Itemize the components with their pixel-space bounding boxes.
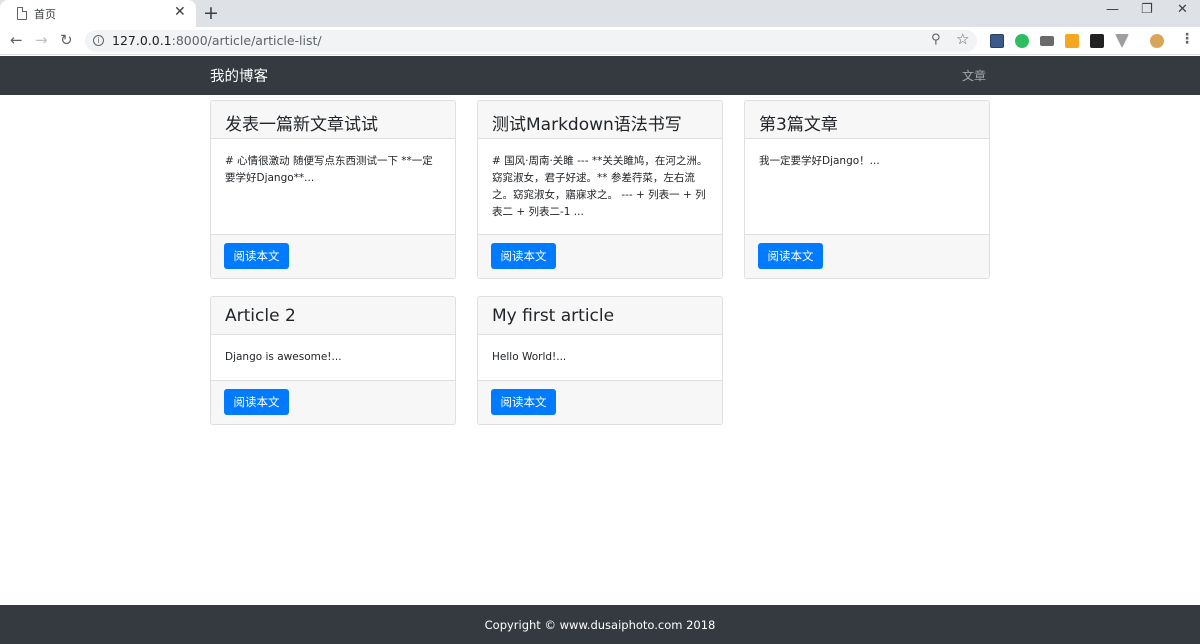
browser-menu-icon[interactable]: ⋮	[1180, 31, 1194, 47]
read-article-button[interactable]: 阅读本文	[224, 389, 289, 415]
site-footer: Copyright © www.dusaiphoto.com 2018	[0, 605, 1200, 644]
article-card: 测试Markdown语法书写 # 国风·周南·关雎 --- **关关雎鸠，在河之…	[477, 100, 723, 279]
restore-icon[interactable]: ❐	[1141, 2, 1153, 17]
article-title: 测试Markdown语法书写	[478, 101, 722, 139]
article-excerpt: Django is awesome!...	[225, 351, 342, 363]
new-tab-icon[interactable]: +	[203, 2, 219, 24]
article-excerpt: # 心情很激动 随便写点东西测试一下 **一定要学好Django**...	[225, 155, 433, 184]
zoom-icon[interactable]: ⚲	[931, 32, 941, 47]
close-tab-icon[interactable]: ✕	[174, 4, 186, 20]
read-article-button[interactable]: 阅读本文	[491, 243, 556, 269]
address-bar[interactable]: i 127.0.0.1:8000/article/article-list/ ⚲…	[85, 30, 977, 52]
card-footer: 阅读本文	[211, 380, 455, 424]
browser-tab-bar: 首页 ✕ + — ❐ ✕	[0, 0, 1200, 27]
article-title: Article 2	[211, 297, 455, 335]
bookmark-star-icon[interactable]: ☆	[956, 30, 969, 48]
read-article-button[interactable]: 阅读本文	[758, 243, 823, 269]
copyright-text: Copyright © www.dusaiphoto.com 2018	[484, 618, 716, 632]
page-icon	[17, 7, 27, 20]
profile-avatar-icon[interactable]	[1150, 34, 1164, 48]
tab-title: 首页	[34, 8, 56, 21]
minimize-icon[interactable]: —	[1106, 2, 1119, 17]
card-footer: 阅读本文	[478, 380, 722, 424]
extension-dark-icon[interactable]	[1090, 34, 1104, 48]
nav-link-articles[interactable]: 文章	[962, 67, 986, 84]
url-text: 127.0.0.1:8000/article/article-list/	[112, 33, 322, 48]
forward-icon[interactable]: →	[35, 31, 48, 49]
article-excerpt: 我一定要学好Django！...	[759, 155, 880, 167]
card-footer: 阅读本文	[211, 234, 455, 278]
article-title: 第3篇文章	[745, 101, 989, 139]
window-close-icon[interactable]: ✕	[1177, 2, 1188, 17]
mail-icon[interactable]	[1040, 36, 1054, 46]
browser-toolbar: ← → ↻ i 127.0.0.1:8000/article/article-l…	[0, 27, 1200, 55]
article-excerpt: # 国风·周南·关雎 --- **关关雎鸠，在河之洲。窈窕淑女，君子好逑。** …	[492, 155, 708, 218]
card-footer: 阅读本文	[745, 234, 989, 278]
evernote-icon[interactable]	[1015, 34, 1029, 48]
vue-devtools-icon[interactable]	[1115, 34, 1129, 48]
extension-bookmark-icon[interactable]	[990, 34, 1004, 48]
site-navbar: 我的博客 文章	[0, 56, 1200, 95]
read-article-button[interactable]: 阅读本文	[491, 389, 556, 415]
article-title: 发表一篇新文章试试	[211, 101, 455, 139]
article-card: My first article Hello World!... 阅读本文	[477, 296, 723, 425]
article-excerpt: Hello World!...	[492, 351, 567, 363]
rss-icon[interactable]	[1065, 34, 1079, 48]
back-icon[interactable]: ←	[10, 31, 23, 49]
site-brand[interactable]: 我的博客	[210, 65, 268, 86]
article-card: Article 2 Django is awesome!... 阅读本文	[210, 296, 456, 425]
info-icon[interactable]: i	[93, 35, 104, 46]
article-card: 发表一篇新文章试试 # 心情很激动 随便写点东西测试一下 **一定要学好Djan…	[210, 100, 456, 279]
browser-tab[interactable]: 首页 ✕	[0, 0, 196, 27]
read-article-button[interactable]: 阅读本文	[224, 243, 289, 269]
reload-icon[interactable]: ↻	[60, 31, 73, 49]
card-footer: 阅读本文	[478, 234, 722, 278]
article-card: 第3篇文章 我一定要学好Django！... 阅读本文	[744, 100, 990, 279]
article-title: My first article	[478, 297, 722, 335]
